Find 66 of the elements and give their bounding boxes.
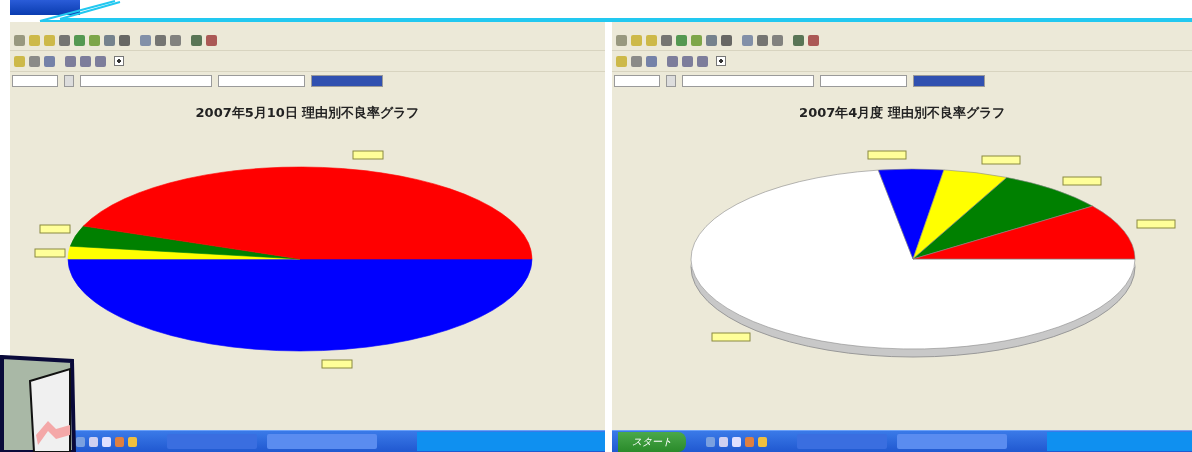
chart-title: 2007年5月10日 理由別不良率グラフ bbox=[195, 104, 420, 122]
tool-icon[interactable] bbox=[14, 34, 25, 46]
slice-label-tag bbox=[34, 248, 66, 258]
launch-icon[interactable] bbox=[719, 436, 728, 447]
launch-icon[interactable] bbox=[758, 436, 767, 447]
slice-label-tag bbox=[867, 150, 907, 160]
tool-icon[interactable] bbox=[65, 55, 76, 67]
dropdown-field[interactable] bbox=[682, 75, 814, 87]
tool-icon[interactable] bbox=[29, 55, 40, 67]
tool-icon[interactable] bbox=[104, 34, 115, 46]
checkbox[interactable] bbox=[114, 56, 124, 66]
tool-icon[interactable] bbox=[721, 34, 732, 46]
tool-icon[interactable] bbox=[742, 34, 753, 46]
launch-icon[interactable] bbox=[732, 436, 741, 447]
spin-button[interactable] bbox=[666, 75, 676, 87]
tool-icon[interactable] bbox=[191, 34, 202, 46]
slice-label-tag bbox=[1136, 219, 1176, 229]
tool-icon[interactable] bbox=[667, 55, 678, 67]
tool-icon[interactable] bbox=[697, 55, 708, 67]
chart-title: 2007年4月度 理由別不良率グラフ bbox=[799, 104, 1005, 122]
tool-icon[interactable] bbox=[155, 34, 166, 46]
tool-icon[interactable] bbox=[616, 34, 627, 46]
tool-icon[interactable] bbox=[661, 34, 672, 46]
slice-label-tag bbox=[711, 332, 751, 342]
tool-icon[interactable] bbox=[89, 34, 100, 46]
tool-icon[interactable] bbox=[74, 34, 85, 46]
start-button[interactable]: スタート bbox=[618, 431, 686, 452]
slice-label-tag bbox=[352, 150, 384, 160]
tool-icon[interactable] bbox=[646, 55, 657, 67]
tool-icon[interactable] bbox=[59, 34, 70, 46]
tool-icon[interactable] bbox=[140, 34, 151, 46]
tool-icon[interactable] bbox=[808, 34, 819, 46]
slice-label-tag bbox=[321, 359, 353, 369]
tool-icon[interactable] bbox=[631, 55, 642, 67]
launch-icon[interactable] bbox=[706, 436, 715, 447]
dropdown-field[interactable] bbox=[820, 75, 907, 87]
tool-icon[interactable] bbox=[95, 55, 106, 67]
spin-button[interactable] bbox=[64, 75, 74, 87]
tool-icon[interactable] bbox=[706, 34, 717, 46]
tool-icon[interactable] bbox=[119, 34, 130, 46]
tool-icon[interactable] bbox=[206, 34, 217, 46]
launch-icon[interactable] bbox=[745, 436, 754, 447]
date-field[interactable] bbox=[614, 75, 660, 87]
tool-icon[interactable] bbox=[757, 34, 768, 46]
tool-icon[interactable] bbox=[44, 55, 55, 67]
date-field[interactable] bbox=[12, 75, 58, 87]
dropdown-field[interactable] bbox=[913, 75, 985, 87]
tool-icon[interactable] bbox=[80, 55, 91, 67]
launch-icon[interactable] bbox=[102, 436, 111, 447]
launch-icon[interactable] bbox=[89, 436, 98, 447]
dropdown-field[interactable] bbox=[80, 75, 212, 87]
dropdown-field[interactable] bbox=[218, 75, 305, 87]
launch-icon[interactable] bbox=[115, 436, 124, 447]
slice-label-tag bbox=[1062, 176, 1102, 186]
checkbox[interactable] bbox=[716, 56, 726, 66]
launch-icon[interactable] bbox=[128, 436, 137, 447]
tool-icon[interactable] bbox=[793, 34, 804, 46]
tool-icon[interactable] bbox=[170, 34, 181, 46]
launch-icon[interactable] bbox=[76, 436, 85, 447]
slice-label-tag bbox=[39, 224, 71, 234]
tool-icon[interactable] bbox=[691, 34, 702, 46]
slice-label-tag bbox=[981, 155, 1021, 165]
tool-icon[interactable] bbox=[682, 55, 693, 67]
tool-icon[interactable] bbox=[676, 34, 687, 46]
tool-icon[interactable] bbox=[772, 34, 783, 46]
dropdown-field[interactable] bbox=[311, 75, 383, 87]
